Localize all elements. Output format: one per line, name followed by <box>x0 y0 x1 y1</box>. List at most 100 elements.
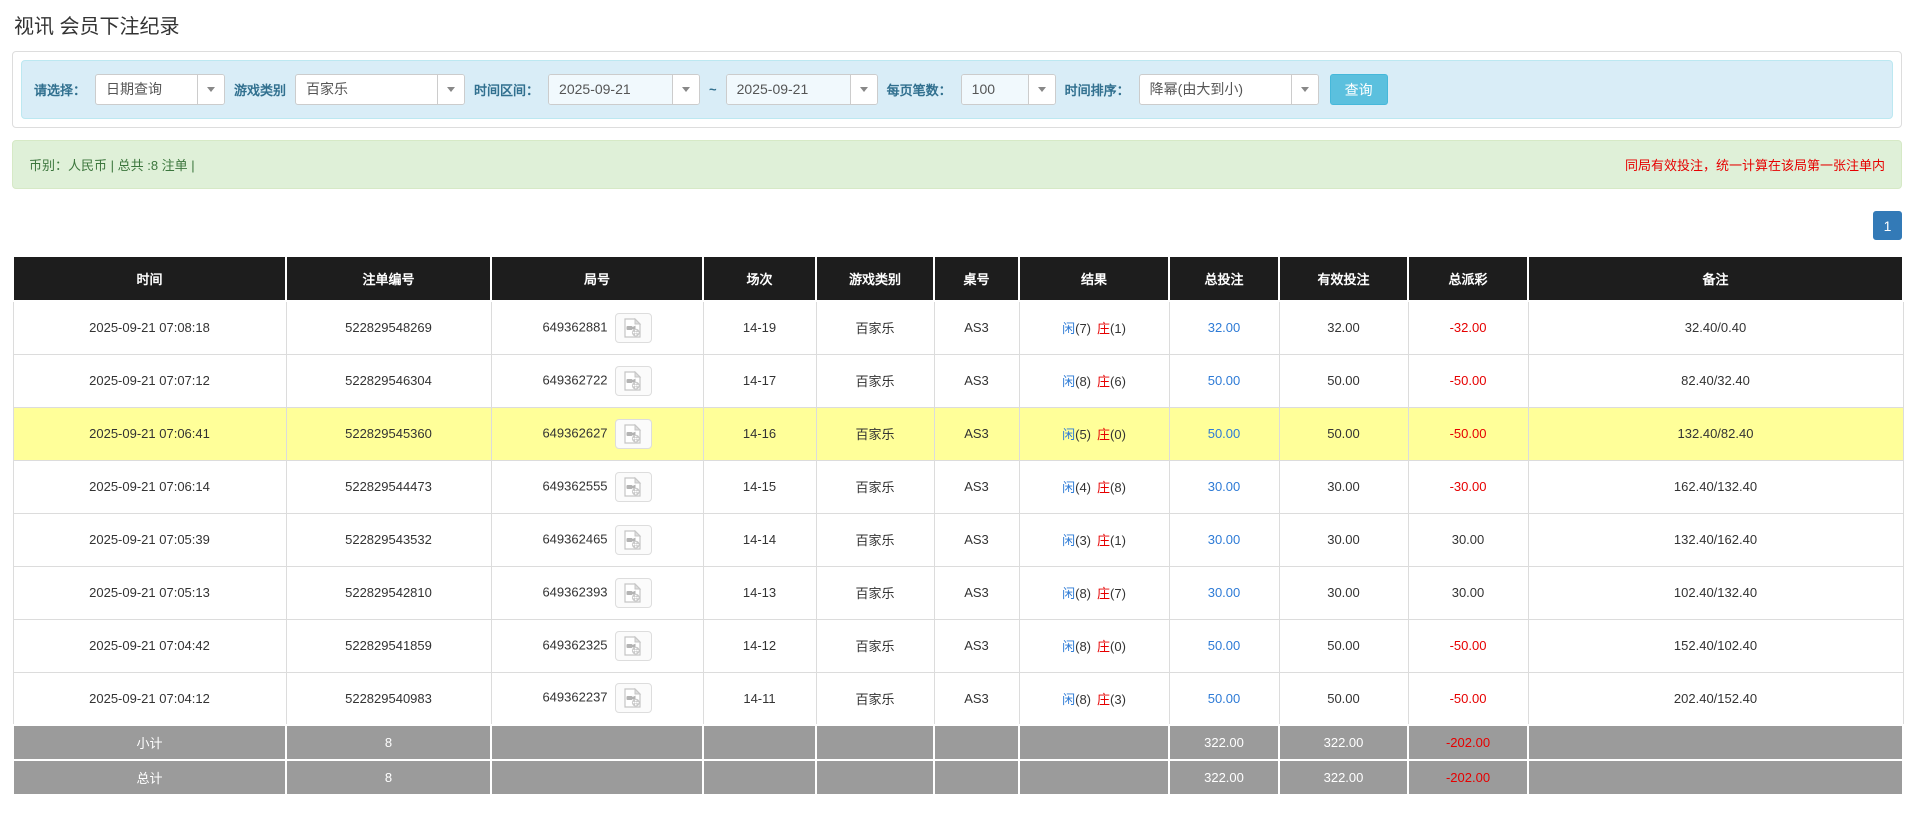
video-replay-button[interactable] <box>614 683 652 714</box>
cell-payout: -32.00 <box>1407 300 1529 355</box>
total-bet-link[interactable]: 30.00 <box>1168 459 1280 514</box>
total-bet-link[interactable]: 50.00 <box>1168 353 1280 408</box>
cell-session: 14-19 <box>702 300 817 355</box>
cell-table-no: AS3 <box>933 300 1020 355</box>
page-size-value: 100 <box>961 75 1028 104</box>
chevron-down-icon <box>197 75 225 104</box>
banker-label: 庄 <box>1097 691 1111 707</box>
cell-bet-id: 522829540983 <box>285 671 492 726</box>
round-id-text: 649362555 <box>542 477 608 493</box>
search-button[interactable]: 查询 <box>1329 74 1388 105</box>
cell-result: 闲(8) 庄(6) <box>1018 353 1170 408</box>
col-time: 时间 <box>12 255 287 302</box>
table-row: 2025-09-21 07:05:39 522829543532 6493624… <box>12 512 1904 567</box>
total-bet-link[interactable]: 50.00 <box>1168 618 1280 673</box>
banker-score: (0) <box>1110 639 1126 654</box>
total-bet-link[interactable]: 50.00 <box>1168 406 1280 461</box>
col-bet-id: 注单编号 <box>285 255 492 302</box>
banker-label: 庄 <box>1097 480 1111 495</box>
video-replay-button[interactable] <box>614 365 652 396</box>
cell-payout: -50.00 <box>1407 406 1529 461</box>
video-icon <box>624 582 642 603</box>
cell-time: 2025-09-21 07:06:41 <box>12 406 287 461</box>
video-replay-button[interactable] <box>614 524 652 555</box>
cell-result: 闲(3) 庄(1) <box>1018 512 1170 567</box>
video-replay-button[interactable] <box>614 630 652 661</box>
cell-payout: -50.00 <box>1407 618 1529 673</box>
col-session: 场次 <box>702 255 817 302</box>
video-icon <box>624 370 642 391</box>
col-round-id: 局号 <box>490 255 704 302</box>
video-replay-button[interactable] <box>614 471 652 502</box>
cell-bet-id: 522829541859 <box>285 618 492 673</box>
query-type-select[interactable]: 日期查询 <box>95 74 226 105</box>
cell-time: 2025-09-21 07:04:12 <box>12 671 287 726</box>
round-id-text: 649362465 <box>542 530 608 546</box>
video-replay-button[interactable] <box>614 312 652 343</box>
summary-text: 币别：人民币 | 总共 :8 注单 | <box>29 158 195 173</box>
video-replay-button[interactable] <box>614 418 652 449</box>
cell-time: 2025-09-21 07:05:39 <box>12 512 287 567</box>
table-row: 2025-09-21 07:08:18 522829548269 6493628… <box>12 300 1904 355</box>
cell-payout: -30.00 <box>1407 459 1529 514</box>
cell-result: 闲(8) 庄(3) <box>1018 671 1170 726</box>
round-id-text: 649362627 <box>542 424 608 440</box>
cell-bet-id: 522829544473 <box>285 459 492 514</box>
cell-session: 14-12 <box>702 618 817 673</box>
cell-table-no: AS3 <box>933 406 1020 461</box>
cell-round-id: 649362393 <box>490 565 704 620</box>
total-bet-link[interactable]: 32.00 <box>1168 300 1280 355</box>
cell-note: 32.40/0.40 <box>1527 300 1904 355</box>
table-body: 2025-09-21 07:08:18 522829548269 6493628… <box>12 300 1904 726</box>
total-bet-link[interactable]: 30.00 <box>1168 512 1280 567</box>
date-from-input[interactable]: 2025-09-21 <box>548 74 701 105</box>
page-size-select[interactable]: 100 <box>960 74 1056 105</box>
cell-game-type: 百家乐 <box>815 353 935 408</box>
subtotal-valid-bet: 322.00 <box>1278 724 1409 761</box>
page-title: 视讯 会员下注纪录 <box>14 16 180 38</box>
game-type-select[interactable]: 百家乐 <box>295 74 466 105</box>
total-payout: -202.00 <box>1407 759 1529 796</box>
round-id-text: 649362237 <box>542 689 608 705</box>
cell-table-no: AS3 <box>933 671 1020 726</box>
cell-payout: -50.00 <box>1407 353 1529 408</box>
player-label: 闲 <box>1062 586 1076 601</box>
cell-round-id: 649362465 <box>490 512 704 567</box>
col-payout: 总派彩 <box>1407 255 1529 302</box>
video-icon <box>624 688 642 708</box>
time-range-label: 时间区间： <box>474 83 540 98</box>
total-bet-link[interactable]: 30.00 <box>1168 565 1280 620</box>
total-bet-link[interactable]: 50.00 <box>1168 671 1280 726</box>
round-id-text: 649362393 <box>542 583 608 599</box>
video-replay-button[interactable] <box>614 577 652 608</box>
banker-score: (8) <box>1110 480 1126 495</box>
time-sort-select[interactable]: 降幂(由大到小) <box>1138 74 1319 105</box>
cell-note: 82.40/32.40 <box>1527 353 1904 408</box>
total-valid-bet: 322.00 <box>1278 759 1409 796</box>
subtotal-label: 小计 <box>12 724 287 761</box>
date-to-input[interactable]: 2025-09-21 <box>725 74 878 105</box>
chevron-down-icon <box>849 75 877 104</box>
banker-label: 庄 <box>1097 639 1111 654</box>
notice-text: 同局有效投注，统一计算在该局第一张注单内 <box>1624 158 1885 173</box>
cell-note: 152.40/102.40 <box>1527 618 1904 673</box>
cell-payout: -50.00 <box>1407 671 1529 726</box>
page-1-button[interactable]: 1 <box>1873 211 1902 240</box>
player-score: (8) <box>1075 374 1091 389</box>
cell-time: 2025-09-21 07:05:13 <box>12 565 287 620</box>
chevron-down-icon <box>672 75 700 104</box>
summary-bar: 币别：人民币 | 总共 :8 注单 | 同局有效投注，统一计算在该局第一张注单内 <box>12 140 1902 189</box>
player-score: (8) <box>1075 639 1091 654</box>
cell-bet-id: 522829543532 <box>285 512 492 567</box>
cell-table-no: AS3 <box>933 512 1020 567</box>
banker-label: 庄 <box>1097 586 1111 601</box>
col-total-bet: 总投注 <box>1168 255 1280 302</box>
chevron-down-icon <box>437 75 465 104</box>
round-id-text: 649362722 <box>542 371 608 387</box>
cell-time: 2025-09-21 07:04:42 <box>12 618 287 673</box>
cell-valid-bet: 30.00 <box>1278 459 1409 514</box>
col-result: 结果 <box>1018 255 1170 302</box>
game-type-value: 百家乐 <box>306 81 349 97</box>
cell-note: 102.40/132.40 <box>1527 565 1904 620</box>
player-label: 闲 <box>1062 321 1076 337</box>
